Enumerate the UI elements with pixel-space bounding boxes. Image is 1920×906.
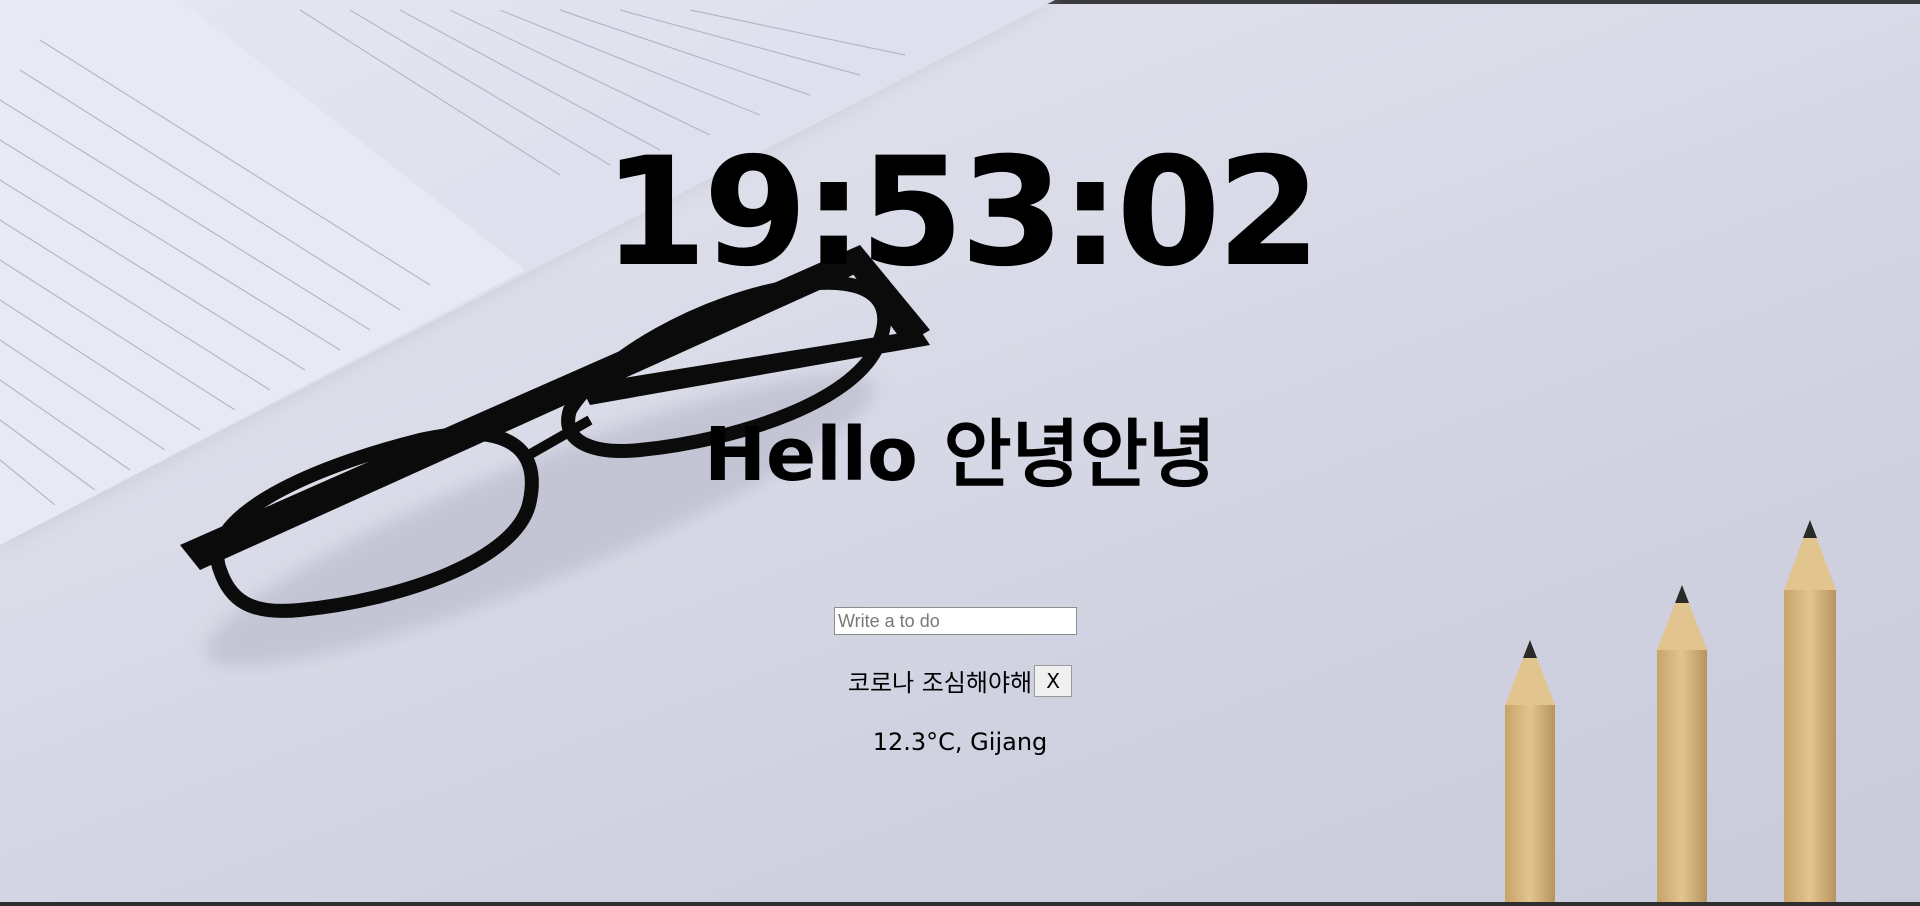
greeting-text: Hello 안녕안녕 bbox=[704, 412, 1216, 498]
pencils-illustration bbox=[1505, 520, 1836, 906]
weather-text: 12.3°C, Gijang bbox=[872, 728, 1048, 756]
delete-todo-button[interactable]: X bbox=[1034, 664, 1073, 697]
bottom-border bbox=[0, 902, 1920, 906]
todo-item: 코로나 조심해야해 X bbox=[847, 663, 1073, 698]
clock-time: 19:53:02 bbox=[602, 126, 1321, 300]
todo-form bbox=[834, 607, 1077, 635]
todo-item-text: 코로나 조심해야해 bbox=[847, 669, 1033, 697]
todo-input[interactable] bbox=[834, 607, 1077, 635]
todo-list: 코로나 조심해야해 X bbox=[0, 663, 1920, 698]
